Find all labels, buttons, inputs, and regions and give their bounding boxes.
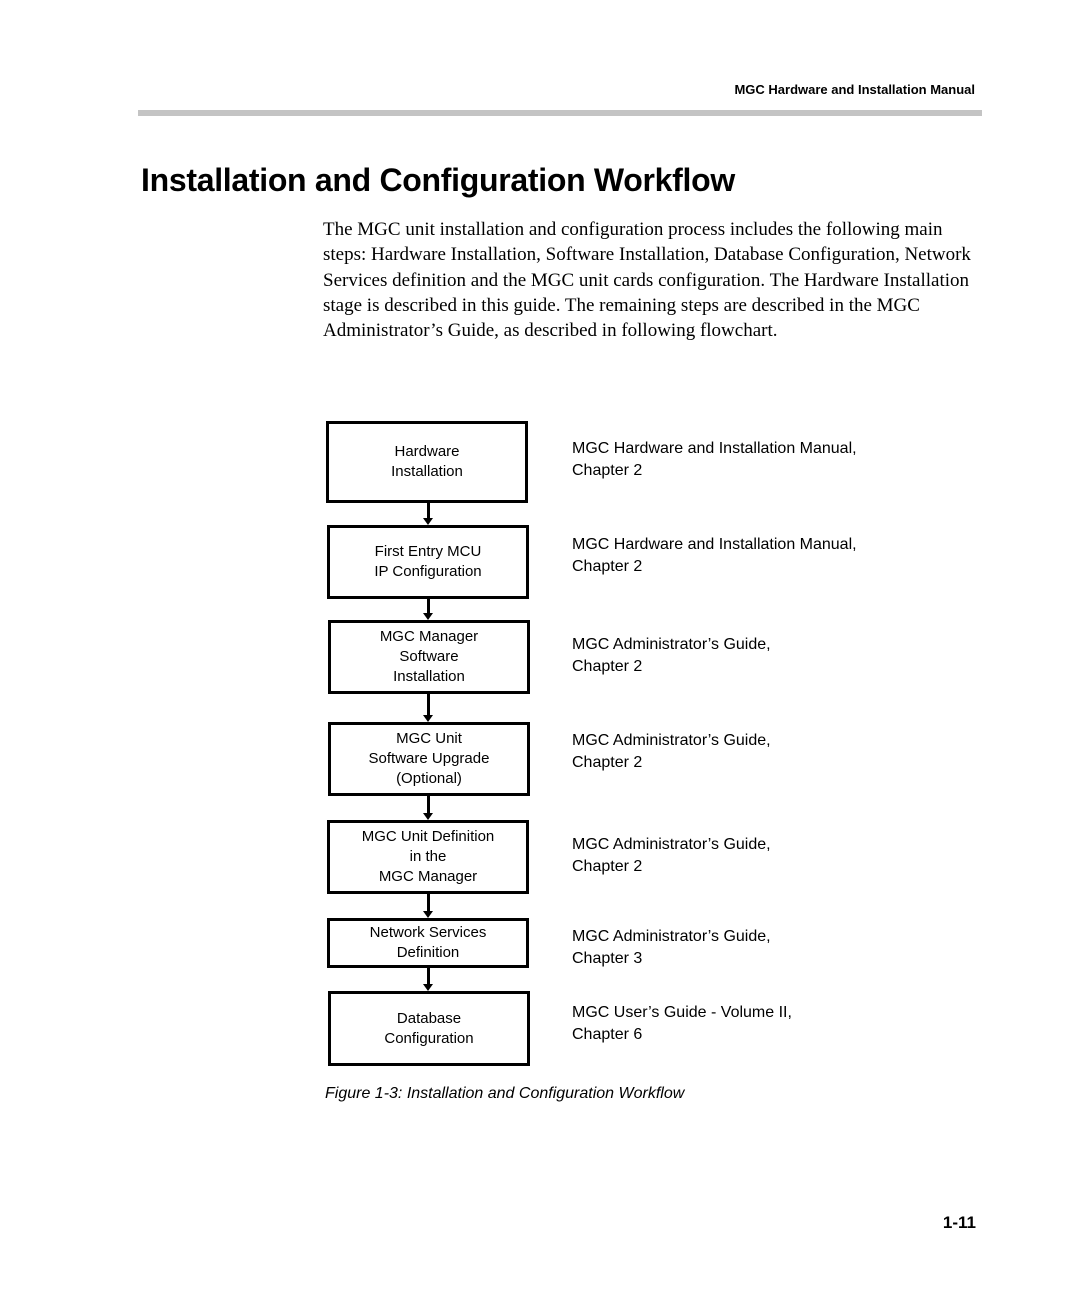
flow-step-line: Configuration xyxy=(384,1029,474,1047)
flow-step-line: Hardware xyxy=(394,443,460,460)
flow-step-line: Installation xyxy=(391,463,463,480)
reference-line: Chapter 2 xyxy=(572,858,643,875)
flow-step-reference: MGC Administrator’s Guide, Chapter 2 xyxy=(572,730,771,774)
flow-step-line: First Entry MCU xyxy=(374,543,482,560)
flow-step-reference: MGC Administrator’s Guide, Chapter 3 xyxy=(572,926,771,970)
reference-line: MGC Administrator’s Guide, xyxy=(572,836,771,853)
reference-line: MGC Hardware and Installation Manual, xyxy=(572,440,857,457)
flow-step-line: MGC Manager xyxy=(379,628,479,645)
flow-step-line: Installation xyxy=(393,668,465,685)
flow-step-line: MGC Unit xyxy=(396,730,462,747)
flow-step-unit-software-upgrade: MGC Unit Software Upgrade (Optional) xyxy=(328,722,530,796)
flow-step-line: Software Upgrade xyxy=(368,750,490,767)
page-number: 1-11 xyxy=(942,1213,976,1232)
flow-step-reference: MGC Administrator’s Guide, Chapter 2 xyxy=(572,634,771,678)
flow-step-line: Software xyxy=(399,648,459,665)
arrow-down-icon xyxy=(423,796,433,820)
flow-step-database-configuration: Database Configuration xyxy=(328,991,530,1066)
arrow-down-icon xyxy=(423,894,433,918)
arrow-down-icon xyxy=(423,503,433,525)
running-header: MGC Hardware and Installation Manual xyxy=(734,82,975,97)
arrow-down-icon xyxy=(423,694,433,722)
section-title: Installation and Configuration Workflow xyxy=(141,162,735,198)
reference-line: MGC Administrator’s Guide, xyxy=(572,636,771,653)
flow-step-line: in the xyxy=(409,848,447,865)
flow-step-manager-software-installation: MGC Manager Software Installation xyxy=(328,620,530,694)
reference-line: Chapter 2 xyxy=(572,462,643,479)
arrow-down-icon xyxy=(423,968,433,991)
flow-step-reference: MGC Hardware and Installation Manual, Ch… xyxy=(572,438,857,482)
reference-line: Chapter 6 xyxy=(572,1026,643,1043)
reference-line: Chapter 2 xyxy=(572,754,643,771)
flow-step-line: Database xyxy=(396,1009,462,1027)
arrow-down-icon xyxy=(423,599,433,620)
flow-step-hardware-installation: Hardware Installation xyxy=(326,421,528,503)
flow-step-ip-configuration: First Entry MCU IP Configuration xyxy=(327,525,529,599)
reference-line: MGC User’s Guide - Volume II, xyxy=(572,1004,792,1021)
reference-line: MGC Administrator’s Guide, xyxy=(572,928,771,945)
reference-line: Chapter 3 xyxy=(572,950,643,967)
reference-line: MGC Hardware and Installation Manual, xyxy=(572,536,857,553)
flow-step-line: MGC Manager xyxy=(378,868,478,885)
flow-step-network-services: Network Services Definition xyxy=(327,918,529,968)
flow-step-line: MGC Unit Definition xyxy=(361,828,495,845)
reference-line: MGC Administrator’s Guide, xyxy=(572,732,771,749)
flow-step-reference: MGC Administrator’s Guide, Chapter 2 xyxy=(572,834,771,878)
flow-step-line: Network Services xyxy=(369,924,487,941)
reference-line: Chapter 2 xyxy=(572,558,643,575)
flow-step-line: Definition xyxy=(396,944,460,961)
flow-step-line: IP Configuration xyxy=(374,563,482,580)
header-rule xyxy=(138,110,982,116)
flow-step-reference: MGC Hardware and Installation Manual, Ch… xyxy=(572,534,857,578)
intro-paragraph: The MGC unit installation and configurat… xyxy=(323,219,971,342)
flow-step-unit-definition: MGC Unit Definition in the MGC Manager xyxy=(327,820,529,894)
figure-caption: Figure 1-3: Installation and Configurati… xyxy=(325,1085,685,1102)
flow-step-line: (Optional) xyxy=(396,770,462,787)
flow-step-reference: MGC User’s Guide - Volume II, Chapter 6 xyxy=(572,1002,792,1046)
reference-line: Chapter 2 xyxy=(572,658,643,675)
